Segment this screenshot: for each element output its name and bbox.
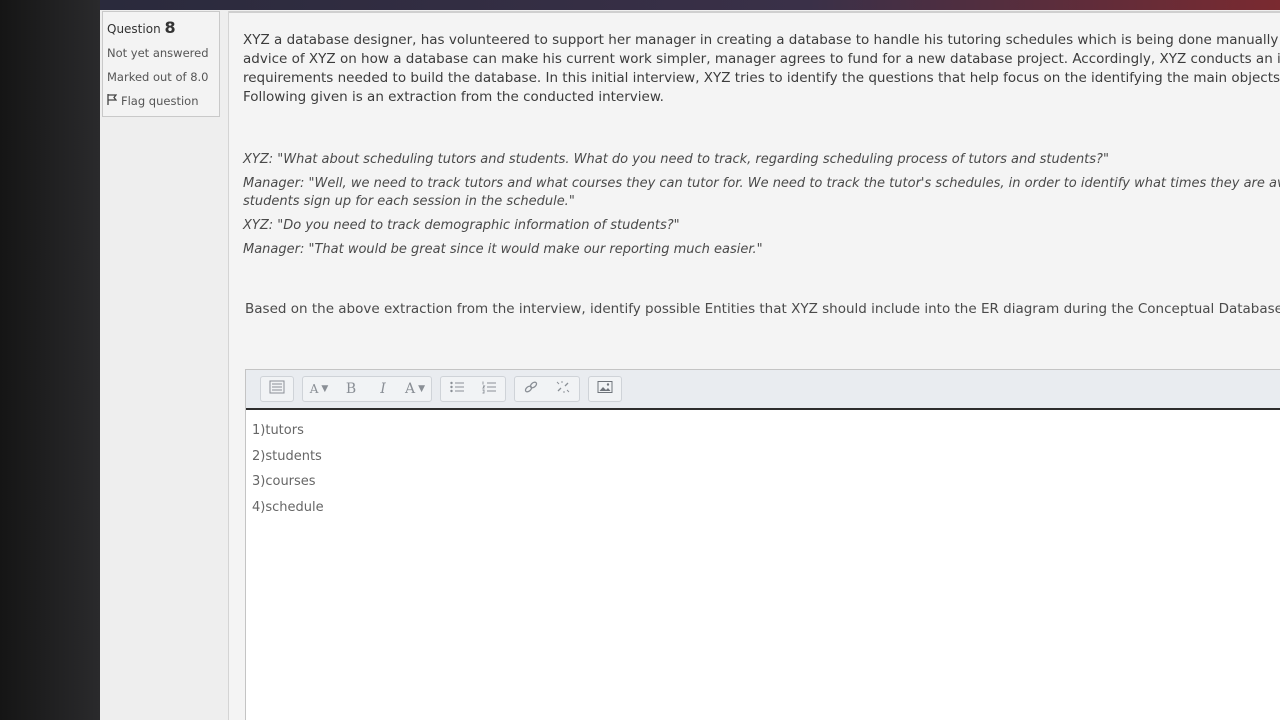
question-text-line: requirements needed to build the databas… (243, 70, 1280, 86)
answer-status: Not yet answered (107, 46, 209, 60)
bold-icon: B (345, 381, 357, 397)
italic-icon: I (380, 381, 386, 397)
answer-line: 2)students (252, 448, 322, 464)
question-label: Question (107, 22, 161, 36)
font-color-button[interactable]: A ▼ (399, 378, 431, 400)
toolbar-group-format: A ▼ B I A ▼ (302, 376, 432, 402)
content-divider (229, 11, 1280, 13)
interview-line: Manager: "Well, we need to track tutors … (243, 176, 1280, 191)
question-text-line: advice of XYZ on how a database can make… (243, 51, 1280, 67)
interview-line: XYZ: "Do you need to track demographic i… (243, 218, 680, 233)
question-text: XYZ a database designer, has volunteered… (243, 31, 1280, 107)
answer-text-area[interactable]: 1)tutors 2)students 3)courses 4)schedule (246, 410, 1280, 528)
image-icon (597, 380, 613, 398)
question-content: XYZ a database designer, has volunteered… (228, 11, 1280, 720)
toolbar-toggle-button[interactable] (261, 378, 293, 400)
link-icon (523, 380, 539, 398)
toolbar-group-toggle (260, 376, 294, 402)
paragraph-styles-button[interactable]: A ▼ (303, 378, 335, 400)
chevron-down-icon: ▼ (418, 384, 426, 394)
ordered-list-button[interactable] (473, 378, 505, 400)
font-color-icon: A (404, 381, 416, 397)
interview-extract: XYZ: "What about scheduling tutors and s… (243, 151, 1280, 265)
unlink-button[interactable] (547, 378, 579, 400)
insert-image-button[interactable] (589, 378, 621, 400)
unordered-list-button[interactable] (441, 378, 473, 400)
link-button[interactable] (515, 378, 547, 400)
paragraph-styles-icon: A (309, 382, 319, 396)
toolbar-toggle-icon (269, 380, 285, 398)
answer-line: 4)schedule (252, 499, 324, 515)
interview-line: Manager: "That would be great since it w… (243, 242, 763, 257)
question-text-line: XYZ a database designer, has volunteered… (243, 32, 1280, 48)
toolbar-group-links (514, 376, 580, 402)
flag-question-button[interactable]: Flag question (107, 94, 215, 108)
answer-line: 1)tutors (252, 423, 304, 438)
answer-editor[interactable]: A ▼ B I A ▼ 1)tutors 2)students 3)course… (245, 369, 1280, 720)
editor-toolbar: A ▼ B I A ▼ (246, 370, 1280, 410)
question-number: Question 8 (107, 18, 215, 37)
monitor-bezel (0, 0, 100, 720)
page-header-strip (100, 0, 1280, 10)
interview-line: students sign up for each session in the… (243, 194, 575, 209)
toolbar-group-lists (440, 376, 506, 402)
chevron-down-icon: ▼ (321, 384, 329, 394)
toolbar-group-media (588, 376, 622, 402)
question-number-value: 8 (164, 18, 176, 37)
interview-line: XYZ: "What about scheduling tutors and s… (243, 152, 1109, 167)
unlink-icon (555, 380, 571, 398)
question-text-line: Following given is an extraction from th… (243, 89, 664, 105)
bold-button[interactable]: B (335, 378, 367, 400)
ordered-list-icon (481, 380, 497, 398)
marks-info: Marked out of 8.0 (107, 70, 209, 84)
unordered-list-icon (449, 380, 465, 398)
flag-question-label: Flag question (121, 94, 199, 108)
browser-screen: Question 8 Not yet answered Marked out o… (100, 0, 1280, 720)
question-prompt: Based on the above extraction from the i… (245, 301, 1280, 317)
question-info-panel: Question 8 Not yet answered Marked out o… (102, 11, 220, 117)
answer-line: 3)courses (252, 474, 316, 489)
italic-button[interactable]: I (367, 378, 399, 400)
flag-icon (107, 94, 118, 108)
